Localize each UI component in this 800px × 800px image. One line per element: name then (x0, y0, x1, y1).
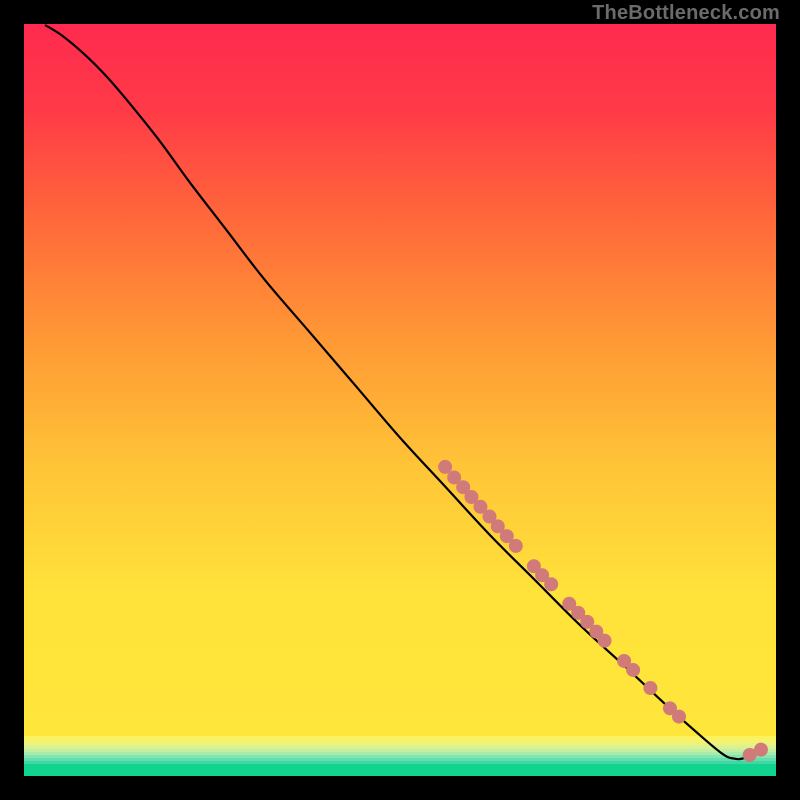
chart-svg (0, 0, 800, 800)
watermark-text: TheBottleneck.com (592, 2, 780, 25)
marker-dot (598, 634, 612, 648)
marker-dot (509, 539, 523, 553)
bottom-bands (24, 736, 776, 776)
marker-dot (643, 681, 657, 695)
marker-dot (672, 710, 686, 724)
gradient-background (24, 24, 776, 736)
marker-dot (626, 663, 640, 677)
chart-stage: TheBottleneck.com (0, 0, 800, 800)
marker-dot (754, 743, 768, 757)
marker-dot (544, 577, 558, 591)
